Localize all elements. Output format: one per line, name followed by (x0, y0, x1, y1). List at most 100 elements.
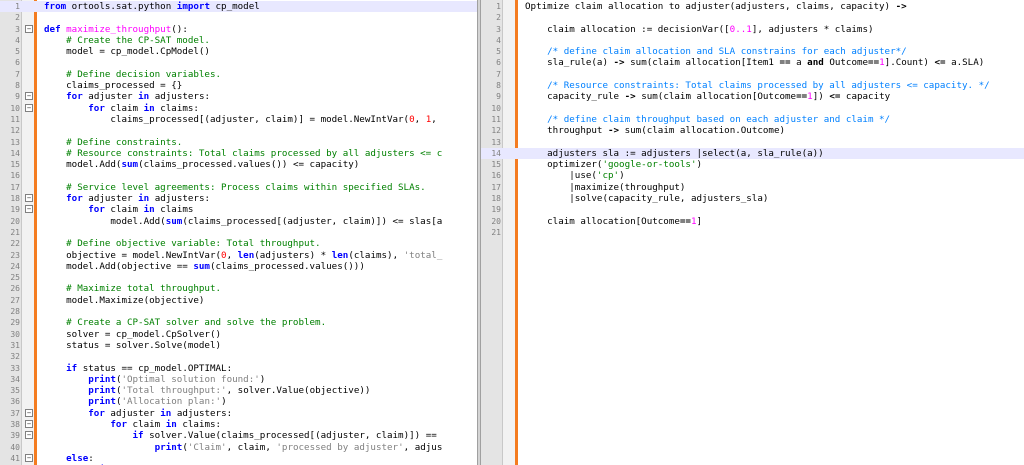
code-line[interactable]: 17 |maximize(throughput) (481, 182, 1024, 193)
code-line[interactable]: 3 claim allocation := decisionVar([0..1]… (481, 24, 1024, 35)
code-line[interactable]: 16 (0, 170, 477, 181)
code-line[interactable]: 15 model.Add(sum(claims_processed.values… (0, 159, 477, 170)
code-line[interactable]: 4 # Create the CP-SAT model. (0, 35, 477, 46)
code-line[interactable]: 2 (0, 12, 477, 23)
code-line[interactable]: 16 |use('cp') (481, 170, 1024, 181)
fold-toggle-icon[interactable]: − (25, 419, 33, 428)
code-text: claim allocation := decisionVar([0..1], … (525, 24, 1024, 35)
code-token: else (66, 452, 89, 464)
code-line[interactable]: 28 (0, 306, 477, 317)
code-line[interactable]: 37− for adjuster in adjusters: (0, 408, 477, 419)
code-line[interactable]: 18 |solve(capacity_rule, adjusters_sla) (481, 193, 1024, 204)
code-line[interactable]: 11 claims_processed[(adjuster, claim)] =… (0, 114, 477, 125)
code-line[interactable]: 39− if solver.Value(claims_processed[(ad… (0, 430, 477, 441)
code-line[interactable]: 12 (0, 125, 477, 136)
code-line[interactable]: 36 print('Allocation plan:') (0, 396, 477, 407)
code-line[interactable]: 15 optimizer('google-or-tools') (481, 159, 1024, 170)
code-line[interactable]: 3− def maximize_throughput(): (0, 24, 477, 35)
code-line[interactable]: 41− else: (0, 453, 477, 464)
fold-toggle-icon[interactable]: − (25, 431, 33, 440)
code-line[interactable]: 24 model.Add(objective == sum(claims_pro… (0, 261, 477, 272)
code-token: ) (619, 170, 625, 182)
code-line[interactable]: 18− for adjuster in adjusters: (0, 193, 477, 204)
code-token: # Define decision variables. (66, 68, 222, 80)
code-line[interactable]: 35 print('Total throughput:', solver.Val… (0, 385, 477, 396)
code-token: (claims_processed[(adjuster, claim)]) <=… (182, 215, 443, 227)
code-line[interactable]: 2 (481, 12, 1024, 23)
code-line[interactable]: 27 model.Maximize(objective) (0, 295, 477, 306)
code-line[interactable]: 4 (481, 35, 1024, 46)
code-token: for (88, 204, 111, 216)
code-line[interactable]: 8 claims_processed = {} (0, 80, 477, 91)
code-line[interactable]: 23 objective = model.NewIntVar(0, len(ad… (0, 250, 477, 261)
code-line[interactable]: 14 # Resource constraints: Total claims … (0, 148, 477, 159)
fold-toggle-icon[interactable]: − (25, 92, 33, 101)
code-line[interactable]: 34 print('Optimal solution found:') (0, 374, 477, 385)
code-text: def maximize_throughput(): (44, 24, 477, 35)
code-line[interactable]: 12 throughput -> sum(claim allocation.Ou… (481, 125, 1024, 136)
code-line[interactable]: 13 # Define constraints. (0, 137, 477, 148)
code-line[interactable]: 19− for claim in claims (0, 204, 477, 215)
code-token: 'google-or-tools' (602, 159, 697, 171)
code-line[interactable]: 22 # Define objective variable: Total th… (0, 238, 477, 249)
code-line[interactable]: 10− for claim in claims: (0, 103, 477, 114)
code-line[interactable]: 31 status = solver.Solve(model) (0, 340, 477, 351)
code-text: # Maximize total throughput. (44, 283, 477, 294)
code-line[interactable]: 1 from ortools.sat.python import cp_model (0, 1, 477, 13)
code-line[interactable]: 20 model.Add(sum(claims_processed[(adjus… (0, 216, 477, 227)
code-line[interactable]: 5 /* define claim allocation and SLA con… (481, 46, 1024, 57)
code-lines: 1 from ortools.sat.python import cp_model… (0, 1, 477, 465)
left-editor-pane[interactable]: 1 from ortools.sat.python import cp_model… (0, 0, 477, 465)
code-token: sum(claim allocation[Item1 (624, 57, 780, 69)
code-line[interactable]: 8 /* Resource constraints: Total claims … (481, 80, 1024, 91)
code-line[interactable]: 29 # Create a CP-SAT solver and solve th… (0, 317, 477, 328)
code-line[interactable]: 14 adjusters sla := adjusters |select(a,… (481, 147, 1024, 160)
code-line[interactable]: 7 (481, 69, 1024, 80)
code-line[interactable]: 1 Optimize claim allocation to adjuster(a… (481, 1, 1024, 12)
fold-toggle-icon[interactable]: − (25, 24, 33, 33)
code-line[interactable]: 10 (481, 103, 1024, 114)
code-line[interactable]: 17 # Service level agreements: Process c… (0, 182, 477, 193)
code-line[interactable]: 6 sla_rule(a) -> sum(claim allocation[It… (481, 57, 1024, 68)
right-editor-pane[interactable]: 1 Optimize claim allocation to adjuster(a… (481, 0, 1024, 465)
code-line[interactable]: 13 (481, 137, 1024, 148)
fold-toggle-icon[interactable]: − (25, 103, 33, 112)
fold-toggle-icon[interactable]: − (25, 194, 33, 203)
code-line[interactable]: 40 print('Claim', claim, 'processed by a… (0, 442, 477, 453)
code-line[interactable]: 6 (0, 57, 477, 68)
code-line[interactable]: 21 (481, 227, 1024, 238)
line-number: 36 (10, 397, 20, 407)
code-text: print('Claim', claim, 'processed by adju… (44, 442, 477, 453)
code-line[interactable]: 30 solver = cp_model.CpSolver() (0, 329, 477, 340)
code-line[interactable]: 20 claim allocation[Outcome==1] (481, 216, 1024, 227)
code-token: # Define objective variable: Total throu… (66, 238, 321, 250)
code-line[interactable]: 38− for claim in claims: (0, 419, 477, 430)
code-token: print (88, 385, 116, 397)
code-token: len (331, 249, 349, 261)
code-token: == (868, 57, 880, 69)
line-number: 16 (491, 171, 501, 181)
code-line[interactable]: 26 # Maximize total throughput. (0, 283, 477, 294)
code-line[interactable]: 21 (0, 227, 477, 238)
code-token: /* define claim allocation and SLA const… (547, 46, 907, 58)
fold-toggle-icon[interactable]: − (25, 408, 33, 417)
code-line[interactable]: 9 capacity_rule -> sum(claim allocation[… (481, 91, 1024, 102)
code-line[interactable]: 11 /* define claim throughput based on e… (481, 114, 1024, 125)
code-token: , adjus (403, 441, 443, 453)
code-line[interactable]: 7 # Define decision variables. (0, 69, 477, 80)
fold-toggle-icon[interactable]: − (25, 205, 33, 214)
code-line[interactable]: 19 (481, 204, 1024, 215)
line-number: 25 (10, 273, 20, 283)
fold-toggle-icon[interactable]: − (25, 453, 33, 462)
code-line[interactable]: 5 model = cp_model.CpModel() (0, 46, 477, 57)
line-number: 4 (15, 35, 20, 45)
code-line[interactable]: 32 (0, 351, 477, 362)
code-line[interactable]: 25 (0, 272, 477, 283)
code-token: 'total_ (403, 249, 443, 261)
code-line[interactable]: 9− for adjuster in adjusters: (0, 91, 477, 102)
code-line[interactable]: 33 if status == cp_model.OPTIMAL: (0, 363, 477, 374)
code-token: |use( (525, 170, 597, 182)
